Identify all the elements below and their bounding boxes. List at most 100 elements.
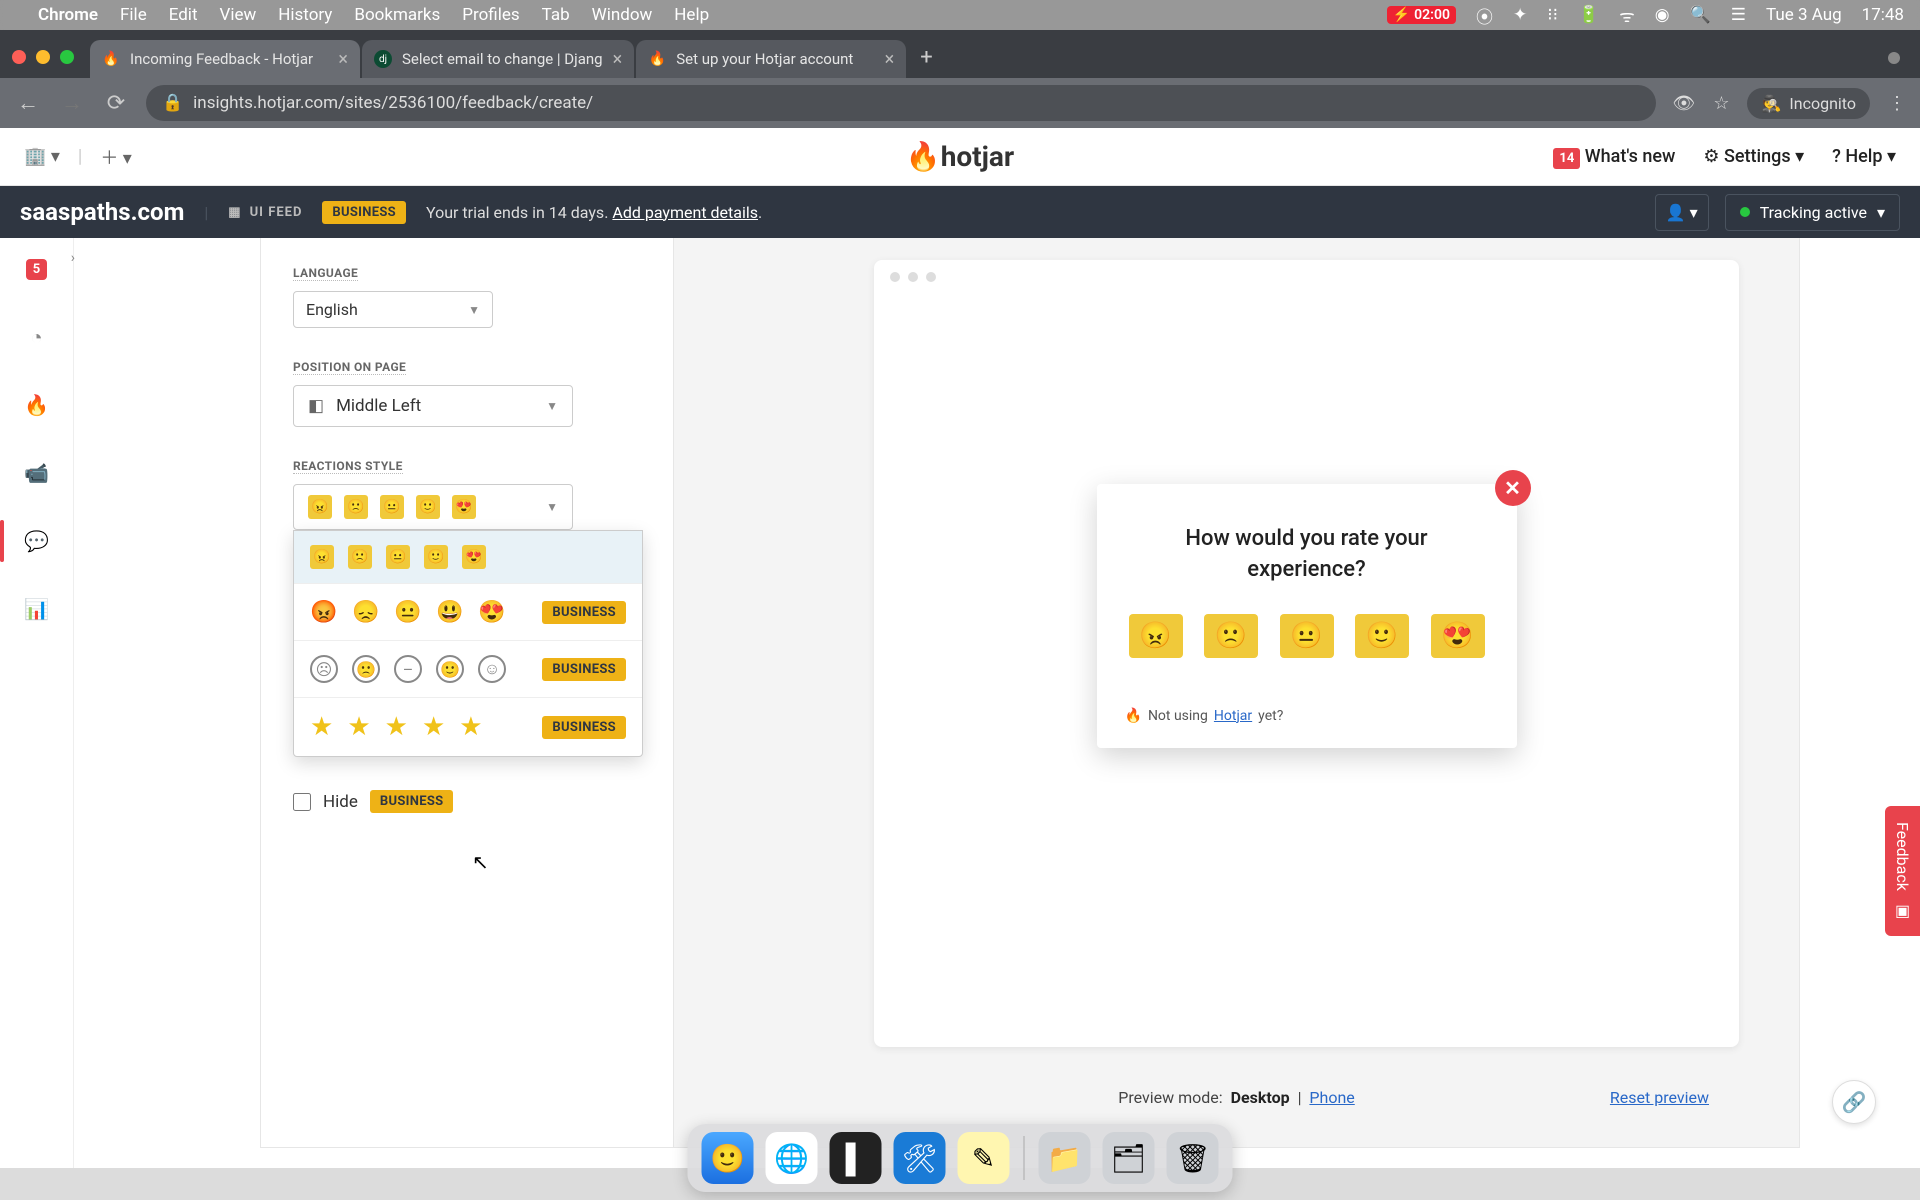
reload-button[interactable]: ⟳: [102, 91, 130, 116]
close-modal-button[interactable]: ✕: [1495, 470, 1531, 506]
copy-link-button[interactable]: 🔗: [1832, 1080, 1876, 1124]
eye-off-icon[interactable]: 👁: [1672, 93, 1695, 114]
reactions-option-stars[interactable]: ★ ★ ★ ★ ★ BUSINESS: [294, 698, 642, 756]
emoji-angry-icon: ☹: [310, 655, 338, 683]
hide-row: Hide BUSINESS: [293, 790, 641, 813]
rating-love[interactable]: 😍: [1431, 614, 1485, 658]
tab-hotjar-feedback[interactable]: 🔥 Incoming Feedback - Hotjar ×: [90, 40, 360, 78]
hotjar-link[interactable]: Hotjar: [1214, 708, 1252, 724]
hotjar-logo[interactable]: 🔥hotjar: [906, 140, 1014, 173]
menubar-time[interactable]: 17:48: [1862, 5, 1904, 25]
preview-mode-desktop[interactable]: Desktop: [1231, 1088, 1290, 1107]
rail-item-analytics[interactable]: 📊: [20, 592, 54, 626]
menu-profiles[interactable]: Profiles: [462, 5, 519, 25]
tracking-status-button[interactable]: Tracking active ▾: [1725, 194, 1900, 231]
rail-item-recordings[interactable]: 📹: [20, 456, 54, 490]
plan-badge: BUSINESS: [322, 201, 406, 224]
chevron-down-icon: ▼: [468, 303, 480, 317]
reactions-option-color[interactable]: 😡 😞 😐 😃 😍 BUSINESS: [294, 584, 642, 641]
site-bar: saaspaths.com | ▦ UI FEED BUSINESS Your …: [0, 186, 1920, 238]
bookmark-star-icon[interactable]: ☆: [1713, 93, 1729, 114]
position-icon: ◧: [308, 396, 324, 416]
rail-item-overview[interactable]: ◔: [20, 320, 54, 354]
status-icon-3[interactable]: ⁝⁝: [1547, 5, 1558, 25]
menu-history[interactable]: History: [278, 5, 332, 25]
tab-overflow-icon[interactable]: [1888, 52, 1900, 64]
settings-button[interactable]: ⚙ Settings ▾: [1703, 146, 1804, 167]
dock-finder[interactable]: 🙂: [702, 1132, 754, 1184]
feedback-tab-icon: ▣: [1893, 901, 1912, 920]
reactions-select[interactable]: 😠 🙁 😐 🙂 😍 ▼ 😠 🙁 😐 🙂 😍: [293, 484, 573, 530]
dock-terminal[interactable]: ▌: [830, 1132, 882, 1184]
dock-chrome[interactable]: 🌐: [766, 1132, 818, 1184]
emoji-love-icon: ☺: [478, 655, 506, 683]
menu-window[interactable]: Window: [592, 5, 653, 25]
org-switcher-icon[interactable]: 🏢 ▾: [24, 146, 60, 167]
menubar-date[interactable]: Tue 3 Aug: [1766, 5, 1842, 25]
forward-button: →: [58, 90, 86, 116]
reactions-option-outline[interactable]: ☹ 🙁 – 🙂 ☺ BUSINESS: [294, 641, 642, 698]
position-select[interactable]: ◧ Middle Left ▼: [293, 385, 573, 427]
control-center-icon[interactable]: ☰: [1731, 5, 1746, 25]
minimize-window-button[interactable]: [36, 50, 50, 64]
language-select[interactable]: English ▼: [293, 291, 493, 328]
menu-view[interactable]: View: [220, 5, 257, 25]
close-tab-icon[interactable]: ×: [885, 49, 895, 70]
emoji-love-icon: 😍: [478, 598, 506, 626]
new-tab-button[interactable]: +: [920, 45, 932, 70]
maximize-window-button[interactable]: [60, 50, 74, 64]
rating-neutral[interactable]: 😐: [1280, 614, 1334, 658]
rating-angry[interactable]: 😠: [1129, 614, 1183, 658]
reset-preview-link[interactable]: Reset preview: [1610, 1088, 1709, 1107]
user-menu-button[interactable]: 👤 ▾: [1655, 194, 1709, 231]
rating-sad[interactable]: 🙁: [1204, 614, 1258, 658]
dock-xcode[interactable]: 🛠: [894, 1132, 946, 1184]
address-field[interactable]: 🔒 insights.hotjar.com/sites/2536100/feed…: [146, 85, 1656, 121]
site-name[interactable]: saaspaths.com: [20, 198, 184, 226]
rating-happy[interactable]: 🙂: [1355, 614, 1409, 658]
status-icon-2[interactable]: ✦: [1513, 5, 1527, 25]
hotjar-favicon: 🔥: [102, 50, 120, 68]
status-icon-power[interactable]: 🔋: [1578, 5, 1599, 25]
close-tab-icon[interactable]: ×: [338, 49, 348, 70]
feedback-side-tab[interactable]: Feedback ▣: [1885, 806, 1920, 936]
wifi-icon[interactable]: ᯤ: [1619, 4, 1635, 27]
dock-notes[interactable]: ✎: [958, 1132, 1010, 1184]
tab-django[interactable]: dj Select email to change | Djang ×: [362, 40, 634, 78]
chrome-menu-icon[interactable]: ⋮: [1888, 93, 1906, 114]
menu-app[interactable]: Chrome: [38, 5, 98, 25]
hide-checkbox[interactable]: [293, 793, 311, 811]
status-icon-5[interactable]: ◉: [1655, 5, 1670, 25]
menu-edit[interactable]: Edit: [169, 5, 198, 25]
close-window-button[interactable]: [12, 50, 26, 64]
incognito-badge[interactable]: 🕵 Incognito: [1747, 88, 1870, 119]
menu-file[interactable]: File: [120, 5, 147, 25]
lock-icon[interactable]: 🔒: [162, 93, 183, 113]
rail-item-trends[interactable]: 🔥: [20, 388, 54, 422]
search-icon[interactable]: 🔍: [1690, 5, 1711, 25]
help-button[interactable]: ? Help ▾: [1832, 146, 1896, 167]
menu-bookmarks[interactable]: Bookmarks: [354, 5, 440, 25]
close-tab-icon[interactable]: ×: [613, 49, 623, 70]
menu-help[interactable]: Help: [674, 5, 709, 25]
reactions-option-square[interactable]: 😠 🙁 😐 🙂 😍: [294, 531, 642, 584]
dock-trash[interactable]: 🗑: [1167, 1132, 1219, 1184]
left-rail: › 5 ◔ 🔥 📹 💬 📊: [0, 238, 74, 1168]
menu-tab[interactable]: Tab: [542, 5, 570, 25]
preview-mode-phone[interactable]: Phone: [1309, 1088, 1354, 1107]
dock-downloads[interactable]: 🗂: [1103, 1132, 1155, 1184]
add-new-icon[interactable]: ＋ ▾: [100, 144, 132, 170]
flame-icon: 🔥: [906, 140, 941, 173]
rail-item-feedback[interactable]: 💬: [20, 524, 54, 558]
rail-item-notifications[interactable]: 5: [20, 252, 54, 286]
business-badge: BUSINESS: [370, 790, 454, 813]
battery-indicator[interactable]: ⚡02:00: [1387, 6, 1456, 24]
whats-new-button[interactable]: 14 What's new: [1553, 146, 1675, 167]
emoji-smile-icon: 🙂: [436, 655, 464, 683]
dock-folder[interactable]: 📁: [1039, 1132, 1091, 1184]
add-payment-link[interactable]: Add payment details: [612, 203, 758, 222]
expand-rail-icon[interactable]: ›: [71, 250, 75, 266]
status-icon-1[interactable]: ⦿: [1476, 3, 1493, 28]
back-button[interactable]: ←: [14, 90, 42, 116]
tab-hotjar-setup[interactable]: 🔥 Set up your Hotjar account ×: [636, 40, 906, 78]
